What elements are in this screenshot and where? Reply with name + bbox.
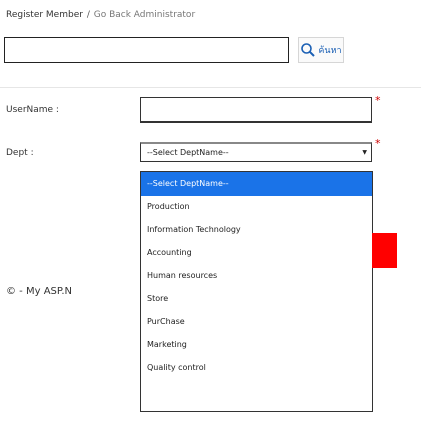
dept-option[interactable]: Production (141, 196, 372, 219)
dept-option[interactable]: Accounting (141, 242, 372, 265)
red-block (372, 233, 397, 268)
username-label: UserName : (6, 105, 59, 115)
search-button-label: ค้นหา (318, 46, 342, 56)
username-field[interactable] (140, 97, 372, 123)
dept-select[interactable]: --Select DeptName-- ▼ (140, 142, 372, 162)
dept-select-value: --Select DeptName-- (147, 148, 229, 157)
go-back-administrator-link[interactable]: Go Back Administrator (94, 10, 195, 20)
dept-option[interactable]: Information Technology (141, 219, 372, 242)
dept-option[interactable]: Marketing (141, 334, 372, 357)
dept-required-mark: * (375, 137, 381, 150)
dropdown-arrow-icon: ▼ (362, 149, 367, 156)
footer-text: © - My ASP.N (6, 286, 73, 297)
dept-option[interactable]: PurChase (141, 311, 372, 334)
breadcrumb-separator: / (86, 10, 90, 20)
divider (0, 87, 421, 88)
dept-option[interactable]: Quality control (141, 357, 372, 380)
dept-option[interactable]: Human resources (141, 265, 372, 288)
dept-dropdown-list: --Select DeptName-- Production Informati… (140, 171, 373, 412)
dept-option[interactable]: Store (141, 288, 372, 311)
dept-label: Dept : (6, 148, 34, 158)
username-required-mark: * (375, 94, 381, 107)
dept-option[interactable]: --Select DeptName-- (141, 172, 372, 196)
search-button[interactable]: ค้นหา (298, 37, 344, 63)
breadcrumb-current: Register Member (6, 10, 83, 20)
magnifier-icon (301, 43, 316, 57)
register-member-page: Register Member / Go Back Administrator … (0, 0, 421, 432)
breadcrumb: Register Member / Go Back Administrator (6, 10, 195, 20)
search-input[interactable] (4, 37, 289, 63)
